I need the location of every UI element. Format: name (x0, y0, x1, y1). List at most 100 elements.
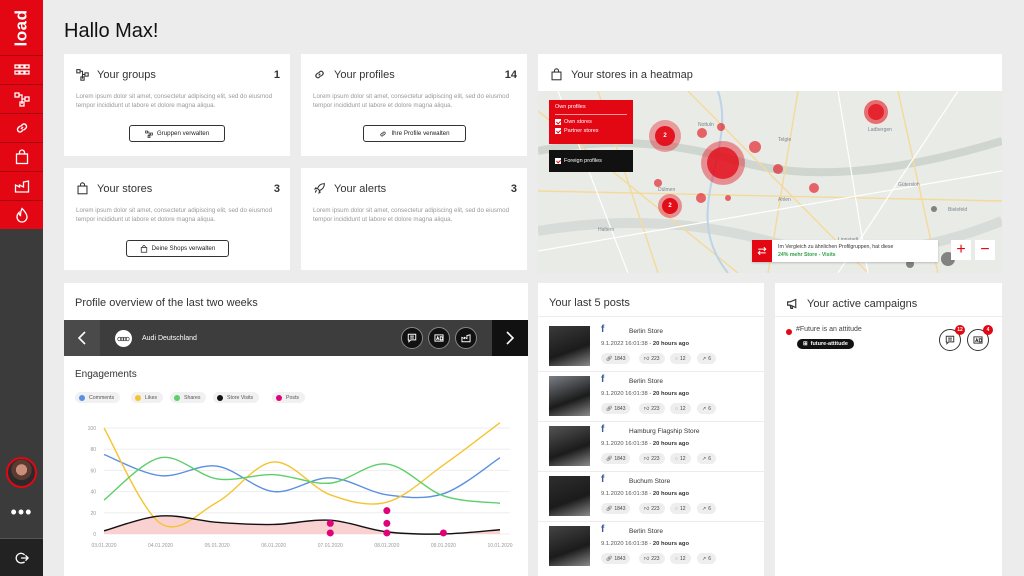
post-time: 9.1.2020 16:01:38 - 20 hours ago (601, 491, 689, 497)
campaign-name: #Future is an attitude (796, 326, 862, 333)
bag-icon (550, 68, 564, 82)
post-store: Berlin Store (629, 378, 663, 385)
legend-header: Own profiles (555, 104, 627, 115)
post-ago: 20 hours ago (652, 441, 689, 447)
post-thumbnail[interactable] (549, 426, 590, 466)
alerts-card: Your alerts 3 Lorem ipsum dolor sit amet… (301, 168, 527, 270)
nav-dashboard[interactable] (0, 55, 43, 84)
posts-filter-button[interactable] (401, 327, 423, 349)
legend-comments[interactable]: Comments (75, 392, 121, 403)
zoom-out-icon: − (980, 241, 990, 258)
cluster-marker-2[interactable]: 2 (663, 199, 677, 213)
legend-own-stores[interactable]: Own stores (555, 119, 627, 125)
carousel-next-button[interactable] (492, 320, 528, 356)
stat-value: 12 (679, 355, 686, 362)
stat-likes: 👍︎ 223 (639, 403, 665, 414)
nav-campaigns[interactable] (0, 171, 43, 200)
grid-icon (13, 64, 30, 75)
post-point (383, 519, 391, 527)
post-thumbnail[interactable] (549, 526, 590, 566)
y-tick-label: 100 (88, 426, 97, 432)
campaign-posts-badge: 12 (955, 325, 965, 335)
stat-value: 223 (651, 505, 660, 512)
nav-menu (0, 55, 43, 229)
legend-likes[interactable]: Likes (131, 392, 164, 403)
nav-profiles[interactable] (0, 113, 43, 142)
more-icon[interactable]: ••• (0, 502, 43, 523)
post-divider (538, 471, 764, 472)
stat-value: 12 (679, 455, 686, 462)
campaign-tag-label: future-attitude (810, 341, 848, 347)
nav-groups[interactable] (0, 84, 43, 113)
avatar[interactable] (6, 457, 37, 488)
post-thumbnail[interactable] (549, 326, 590, 366)
post-item[interactable]: f Berlin Store 9.1.2022 16:01:38 - 20 hour… (549, 324, 729, 366)
post-store: Buchum Store (629, 478, 671, 485)
post-store: Berlin Store (629, 328, 663, 335)
stat-clicks: 🔗︎ 1843 (601, 353, 631, 364)
logout-button[interactable] (0, 538, 43, 576)
post-item[interactable]: f Hamburg Flagship Store 9.1.2020 16:01:38… (549, 424, 729, 466)
zoom-out-button[interactable]: − (975, 240, 995, 260)
series-line-shares (103, 456, 501, 504)
network-icon (76, 68, 90, 82)
ads-filter-button[interactable] (428, 327, 450, 349)
comparison-line-2: 24% mehr Store - Visits (778, 252, 836, 258)
comparison-line-1: Im Vergleich zu ähnlichen Profilgruppen,… (778, 244, 894, 250)
stat-likes: 👍︎ 223 (639, 503, 665, 514)
post-point (383, 507, 391, 515)
link-icon: 🔗︎ (606, 405, 613, 412)
checkbox-icon (555, 128, 561, 134)
cluster-count: 2 (663, 133, 667, 139)
legend-posts[interactable]: Posts (272, 392, 305, 403)
post-time: 9.1.2022 16:01:38 - 20 hours ago (601, 341, 689, 347)
map-legend-foreign[interactable]: Foreign profiles (549, 150, 633, 172)
stat-comments: ◌ 12 (670, 553, 691, 564)
stores-card: Your stores 3 Lorem ipsum dolor sit amet… (64, 168, 290, 270)
zoom-in-icon: + (956, 241, 966, 258)
campaign-status-dot (786, 329, 792, 335)
posts-divider (538, 316, 764, 317)
share-icon: ↗ (702, 405, 707, 412)
zoom-in-button[interactable]: + (951, 240, 971, 260)
alerts-card-header: Your alerts 3 (313, 182, 517, 196)
stat-clicks: 🔗︎ 1843 (601, 403, 631, 414)
app-logo[interactable]: load (0, 0, 43, 55)
manage-groups-button[interactable]: Gruppen verwalten (129, 125, 225, 142)
post-thumbnail[interactable] (549, 476, 590, 516)
logout-icon (15, 552, 29, 564)
stat-shares: ↗ 6 (697, 353, 716, 364)
profile-carousel: Audi Deutschland (64, 320, 528, 356)
x-tick-label: 08.01.2020 (374, 543, 399, 549)
nav-stores[interactable] (0, 142, 43, 171)
heatmap-card-header: Your stores in a heatmap (550, 68, 693, 82)
legend-own-label: Own stores (564, 119, 592, 125)
legend-shares[interactable]: Shares (170, 392, 207, 403)
legend-partner-stores[interactable]: Partner stores (555, 128, 627, 134)
share-icon: ↗ (702, 555, 707, 562)
post-item[interactable]: f Buchum Store 9.1.2020 16:01:38 - 20 hour… (549, 474, 729, 516)
post-divider (538, 421, 764, 422)
post-time: 9.1.2020 16:01:38 - 20 hours ago (601, 391, 689, 397)
nav-alerts[interactable] (0, 200, 43, 229)
legend-store-visits[interactable]: Store Visits (213, 392, 260, 403)
carousel-prev-button[interactable] (64, 320, 100, 356)
post-point (439, 529, 447, 537)
alerts-count: 3 (510, 183, 517, 195)
post-item[interactable]: f Berlin Store 9.1.2020 16:01:38 - 20 hour… (549, 374, 729, 416)
post-thumbnail[interactable] (549, 376, 590, 416)
stat-value: 12 (679, 505, 686, 512)
engagements-chart: 100 80 60 40 20 0 03.01.2020 04.01.2020 05.01.20… (88, 422, 513, 549)
post-item[interactable]: f Berlin Store 9.1.2020 16:01:38 - 20 hour… (549, 524, 729, 566)
facebook-icon: f (601, 474, 605, 485)
campaign-filter-button[interactable] (455, 327, 477, 349)
x-tick-label: 07.01.2020 (318, 543, 343, 549)
heatmap-title: Your stores in a heatmap (571, 69, 693, 81)
svg-text:Ahlen: Ahlen (778, 197, 791, 203)
manage-stores-button[interactable]: Deine Shops verwalten (126, 240, 229, 257)
legend-foreign-profiles[interactable]: Foreign profiles (555, 158, 602, 164)
thumbs-up-icon: 👍︎ (644, 455, 650, 462)
cluster-marker-1[interactable]: 2 (658, 129, 672, 143)
post-store: Hamburg Flagship Store (629, 428, 700, 435)
manage-profiles-button[interactable]: Ihre Profile verwalten (363, 125, 466, 142)
